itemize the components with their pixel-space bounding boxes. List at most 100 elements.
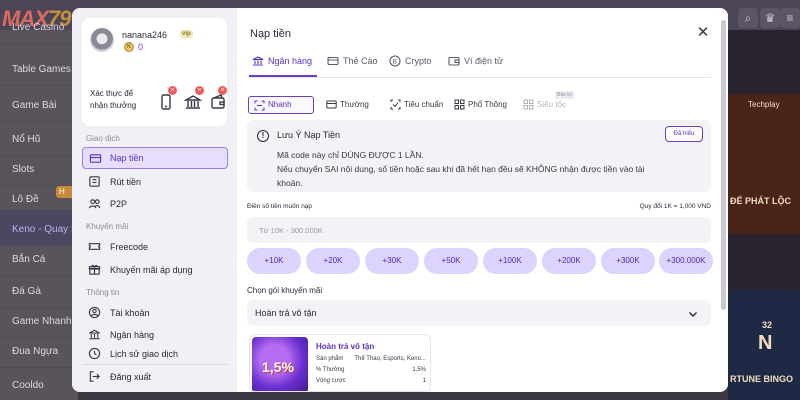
tab-bank[interactable]: Ngân hàng (252, 56, 312, 76)
menu-item-history[interactable]: Lịch sử giao dịch (82, 346, 228, 360)
notice-text: Nếu chuyển SAI nội dung, số tiền hoặc sa… (277, 164, 645, 174)
menu-item-account[interactable]: Tài khoản (82, 302, 228, 324)
ticket-icon (88, 240, 101, 253)
menu-item-label: Tài khoản (110, 308, 150, 318)
menu-item-freecode[interactable]: Freecode (82, 236, 228, 258)
site-nav-item[interactable]: Đua Ngựa (0, 332, 78, 368)
account-menu: nanana246 vip K 0 Xác thực để nhận thưởn… (72, 8, 237, 392)
menu-item-label: Rút tiền (110, 177, 142, 187)
menu-item-label: Đăng xuất (110, 372, 152, 382)
menu-item-withdraw[interactable]: Rút tiền (82, 171, 228, 193)
promo-selected-value: Hoàn trả vô tận (255, 308, 317, 318)
site-nav-item[interactable]: Cooldo (0, 366, 78, 400)
site-nav-item[interactable]: Bắn Cá (0, 240, 78, 276)
check-box-icon (390, 99, 401, 110)
profile-card: nanana246 vip K 0 Xác thực để nhận thưởn… (82, 18, 227, 126)
tab-e-wallet[interactable]: Ví điện tử (448, 56, 503, 76)
deposit-modal: nanana246 vip K 0 Xác thực để nhận thưởn… (72, 8, 728, 392)
avatar[interactable] (90, 28, 114, 52)
promo-card[interactable]: 1,5% Hoàn trả vô tận Sản phẩm Thể Thao, … (249, 334, 431, 392)
understood-button[interactable]: Đã hiểu (665, 126, 703, 142)
unverified-badge: × (168, 86, 177, 95)
svg-text:B: B (393, 58, 397, 66)
menu-item-label: Lịch sử giao dịch (110, 349, 179, 359)
amount-input[interactable] (247, 217, 711, 243)
tab-crypto[interactable]: B Crypto (389, 55, 432, 76)
scan-icon (254, 100, 265, 111)
promo-row: Vòng cược 1 (316, 378, 426, 384)
promo-label: Chọn gói khuyến mãi (247, 286, 323, 295)
deposit-notice: ! Lưu Ý Nạp Tiền Mã code này chỉ DÙNG ĐƯ… (247, 120, 711, 192)
game-card[interactable]: 32 N RTUNE BINGO (728, 290, 800, 400)
promo-image: 1,5% (252, 337, 308, 391)
amount-chip[interactable]: +10K (247, 248, 301, 274)
logout-icon (88, 370, 101, 383)
vip-badge: vip (180, 30, 193, 38)
promo-title: Hoàn trả vô tận (316, 342, 375, 351)
phone-icon[interactable] (156, 92, 176, 112)
promo-image-text: 1,5% (262, 359, 294, 375)
method-normal[interactable]: Thường (321, 96, 381, 114)
bank-icon (252, 55, 264, 67)
grid-icon (454, 99, 465, 110)
close-icon[interactable]: ✕ (695, 25, 711, 41)
scrollbar[interactable] (721, 20, 726, 310)
notice-title: Lưu Ý Nạp Tiền (277, 130, 341, 140)
amount-chip[interactable]: +30K (365, 248, 419, 274)
crown-icon[interactable]: ♛ (760, 8, 780, 28)
menu-item-label: Freecode (110, 242, 149, 252)
menu-item-logout[interactable]: Đăng xuất (82, 366, 228, 388)
bank-icon (88, 328, 101, 341)
unverified-badge: × (195, 86, 204, 95)
amount-chip[interactable]: +100K (483, 248, 537, 274)
grid-icon (523, 99, 534, 110)
promo-select[interactable]: Hoàn trả vô tận (247, 300, 711, 326)
amount-chip[interactable]: +50K (424, 248, 478, 274)
amount-chip[interactable]: +300.000K (659, 248, 713, 274)
section-promotions: Khuyến mãi (86, 222, 129, 231)
coin-icon: K (124, 42, 134, 52)
amount-chip[interactable]: +200K (542, 248, 596, 274)
bank-icon[interactable] (183, 92, 203, 112)
page-title: Nạp tiền (250, 28, 291, 40)
bitcoin-icon: B (389, 55, 401, 67)
amount-chip[interactable]: +20K (306, 248, 360, 274)
promo-row: Sản phẩm Thể Thao, Esports, Keno... (316, 356, 426, 362)
game-card[interactable]: Techplay ĐỂ PHÁT LỘC (728, 94, 800, 234)
method-fast[interactable]: Nhanh (248, 96, 314, 114)
search-icon[interactable]: ⌕ (738, 8, 758, 28)
menu-item-label: P2P (110, 199, 128, 209)
tab-scratch-card[interactable]: Thẻ Cào (327, 56, 378, 76)
users-icon (88, 197, 101, 210)
withdraw-icon (88, 175, 101, 188)
menu-item-deposit[interactable]: Nạp tiền (82, 147, 228, 169)
menu-item-label: Nạp tiền (110, 153, 144, 163)
amount-chip[interactable]: +300K (601, 248, 655, 274)
site-nav-item[interactable]: Live Casino (0, 8, 78, 44)
section-transactions: Giao dịch (86, 134, 120, 143)
method-standard[interactable]: Tiêu chuẩn (385, 96, 447, 114)
site-sidebar: Live Casino Table Games Game Bài Nổ Hũ S… (0, 22, 78, 400)
card-icon (327, 55, 339, 67)
section-info: Thông tin (86, 288, 120, 297)
history-icon (88, 347, 101, 360)
deposit-panel: Nạp tiền ✕ Ngân hàng Thẻ Cào B Crypto Ví… (237, 8, 728, 392)
wallet-icon[interactable] (208, 92, 228, 112)
verify-label: Xác thực để nhận thưởng (90, 89, 137, 110)
notice-text: khoản. (277, 178, 303, 188)
menu-item-bank[interactable]: Ngân hàng (82, 324, 228, 346)
chevron-down-icon[interactable] (687, 307, 699, 319)
menu-item-applied-promos[interactable]: Khuyến mãi áp dụng (82, 259, 228, 281)
menu-item-label: Ngân hàng (110, 330, 155, 340)
site-nav-item[interactable]: Table Games (0, 50, 78, 86)
method-popular[interactable]: Phổ Thông (449, 96, 515, 114)
menu-item-p2p[interactable]: P2P (82, 193, 228, 215)
balance-value: 0 (138, 42, 144, 52)
site-nav-item[interactable]: Game Bài (0, 86, 78, 122)
amount-label: Điền số tiền muốn nạp (247, 203, 313, 210)
menu-icon[interactable]: ≡ (780, 8, 800, 28)
notice-text: Mã code này chỉ DÙNG ĐƯỢC 1 LẦN. (277, 150, 424, 160)
promo-row: % Thưởng 1,5% (316, 367, 426, 373)
unverified-badge: × (218, 86, 227, 95)
deposit-icon (89, 152, 102, 165)
